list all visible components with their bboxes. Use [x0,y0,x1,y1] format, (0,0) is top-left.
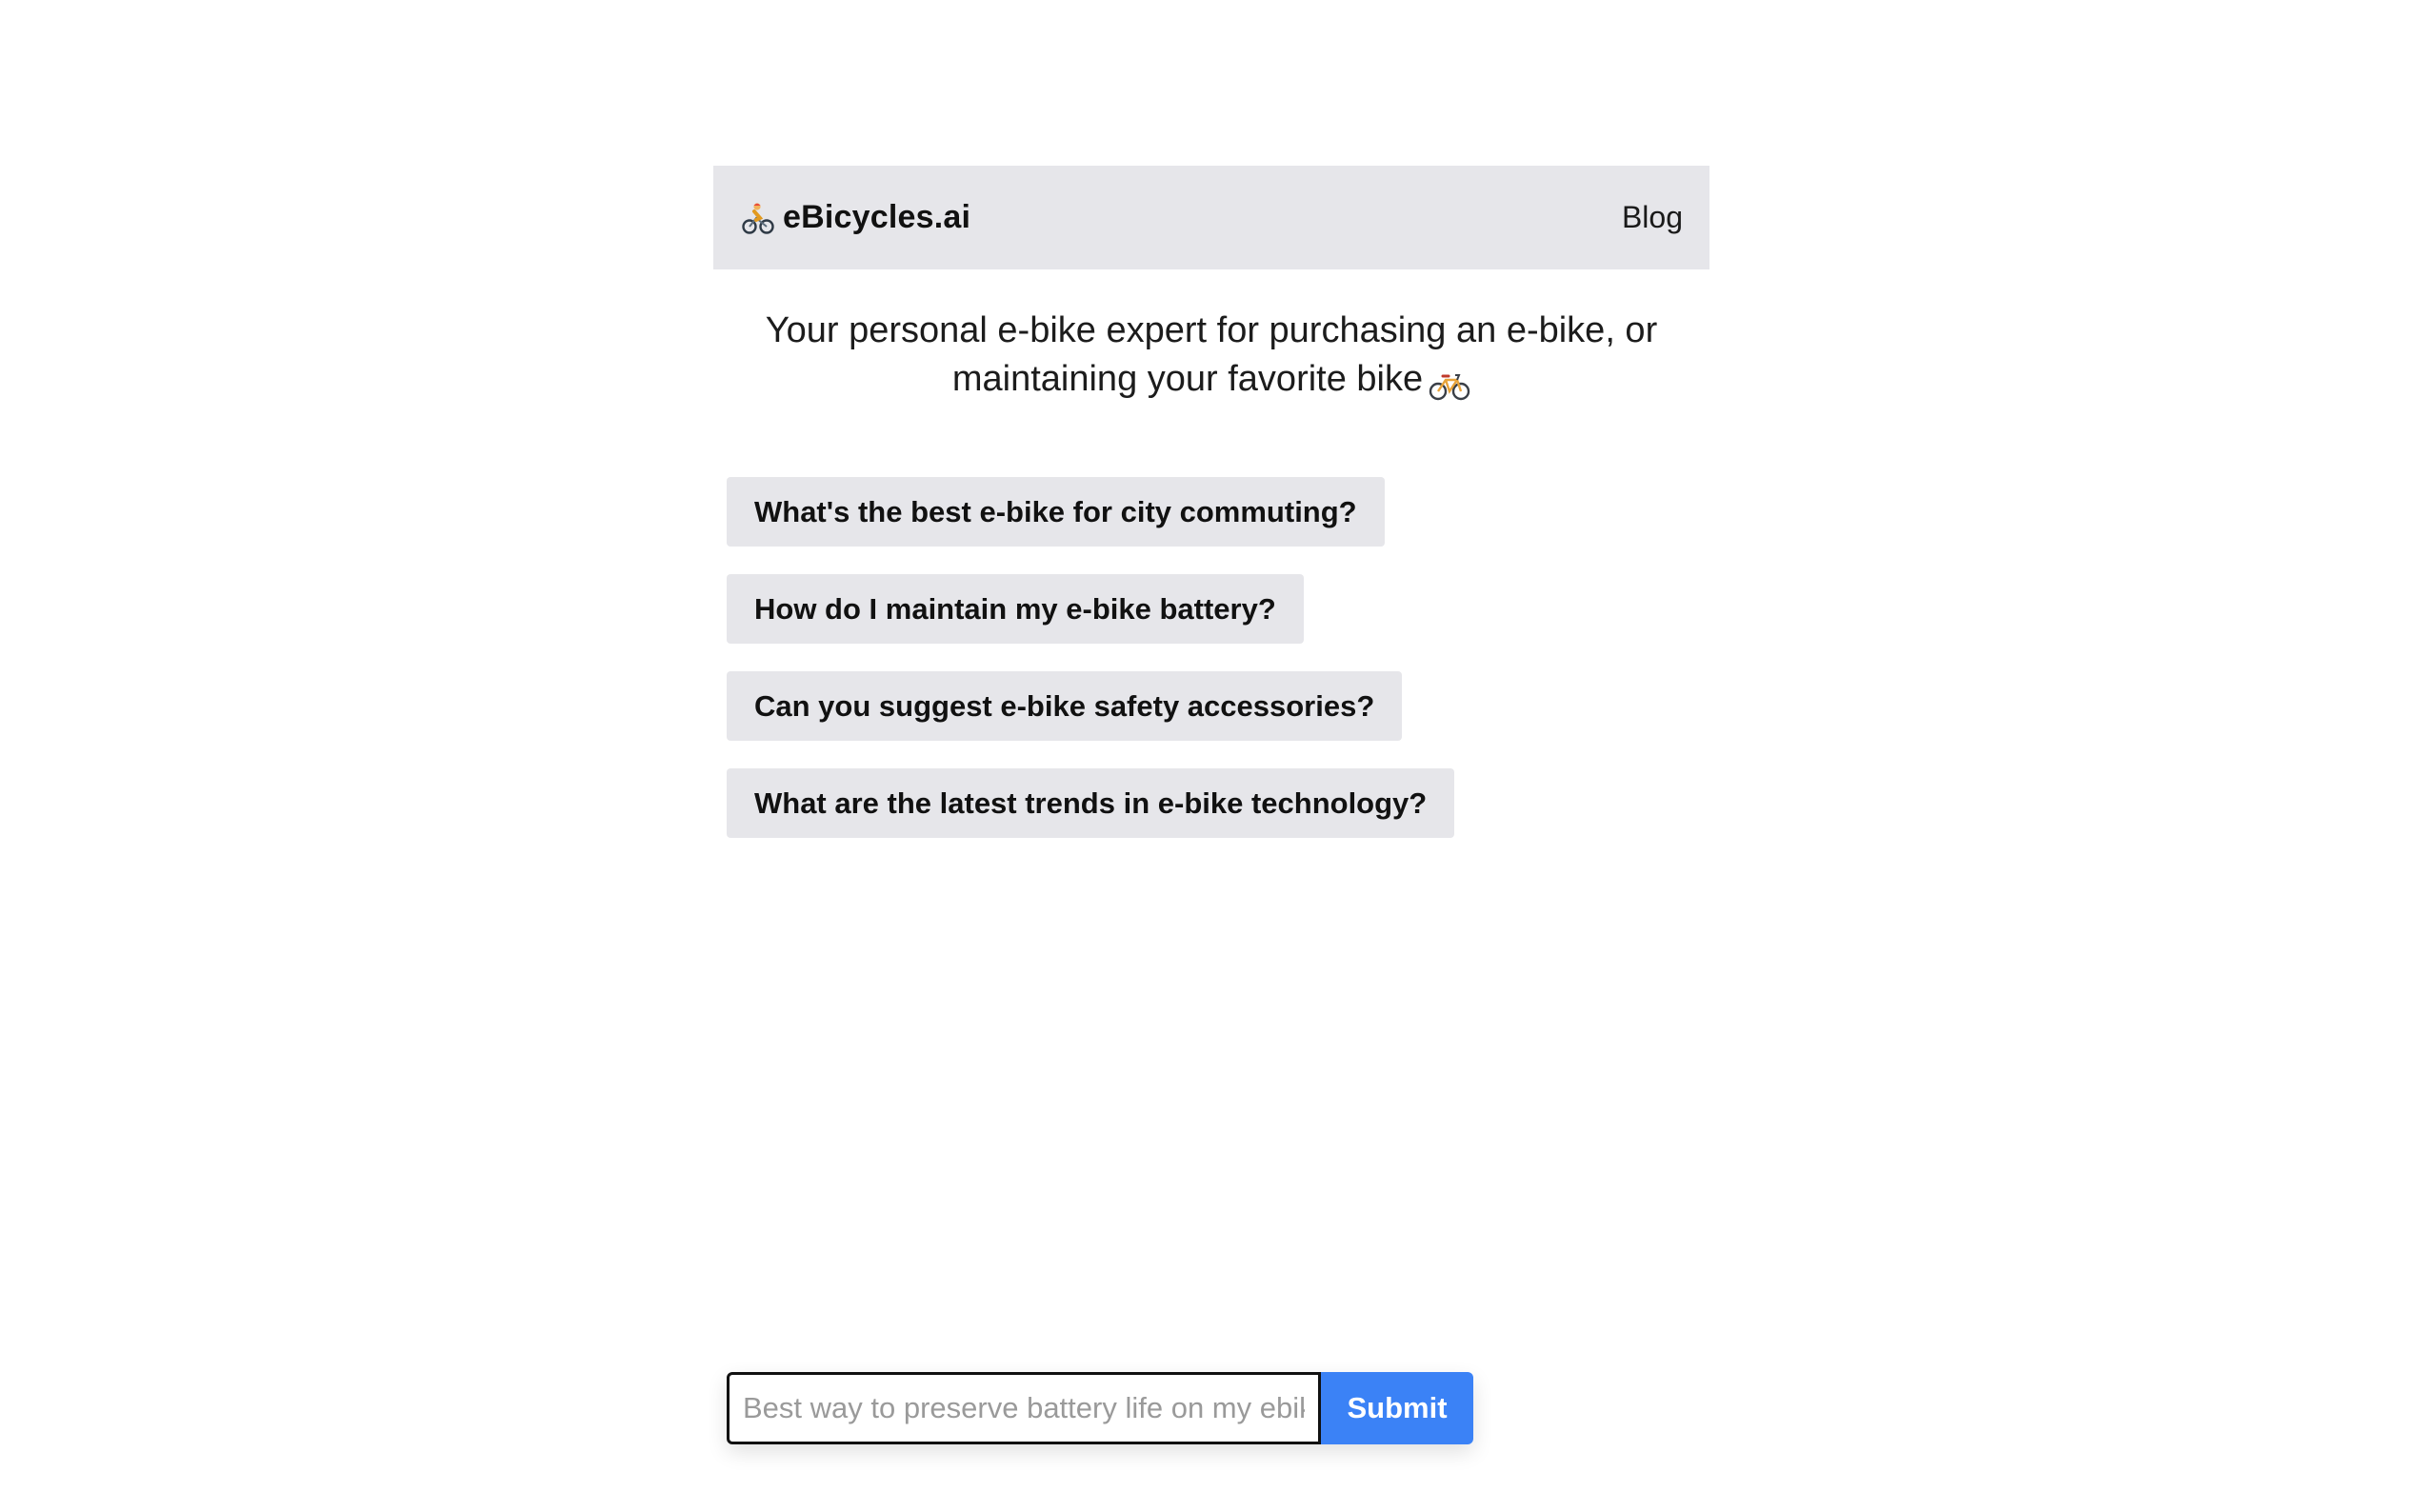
question-composer: Submit [727,1372,1473,1444]
tagline-text: Your personal e-bike expert for purchasi… [765,310,1658,399]
nav-link-blog[interactable]: Blog [1622,200,1683,235]
cyclist-icon [741,201,775,235]
question-input[interactable] [727,1372,1321,1444]
brand[interactable]: eBicycles.ai [741,199,970,236]
suggestion-button[interactable]: What are the latest trends in e-bike tec… [727,768,1455,838]
page: eBicycles.ai Blog Your personal e-bike e… [0,0,2419,1512]
bicycle-icon [1429,366,1470,401]
suggestion-button[interactable]: Can you suggest e-bike safety accessorie… [727,671,1403,741]
brand-name: eBicycles.ai [783,199,971,235]
submit-button[interactable]: Submit [1321,1372,1473,1444]
site-header: eBicycles.ai Blog [713,166,1709,269]
tagline: Your personal e-bike expert for purchasi… [713,307,1709,404]
suggestion-list: What's the best e-bike for city commutin… [727,477,1455,838]
suggestion-button[interactable]: How do I maintain my e-bike battery? [727,574,1304,644]
suggestion-button[interactable]: What's the best e-bike for city commutin… [727,477,1385,547]
